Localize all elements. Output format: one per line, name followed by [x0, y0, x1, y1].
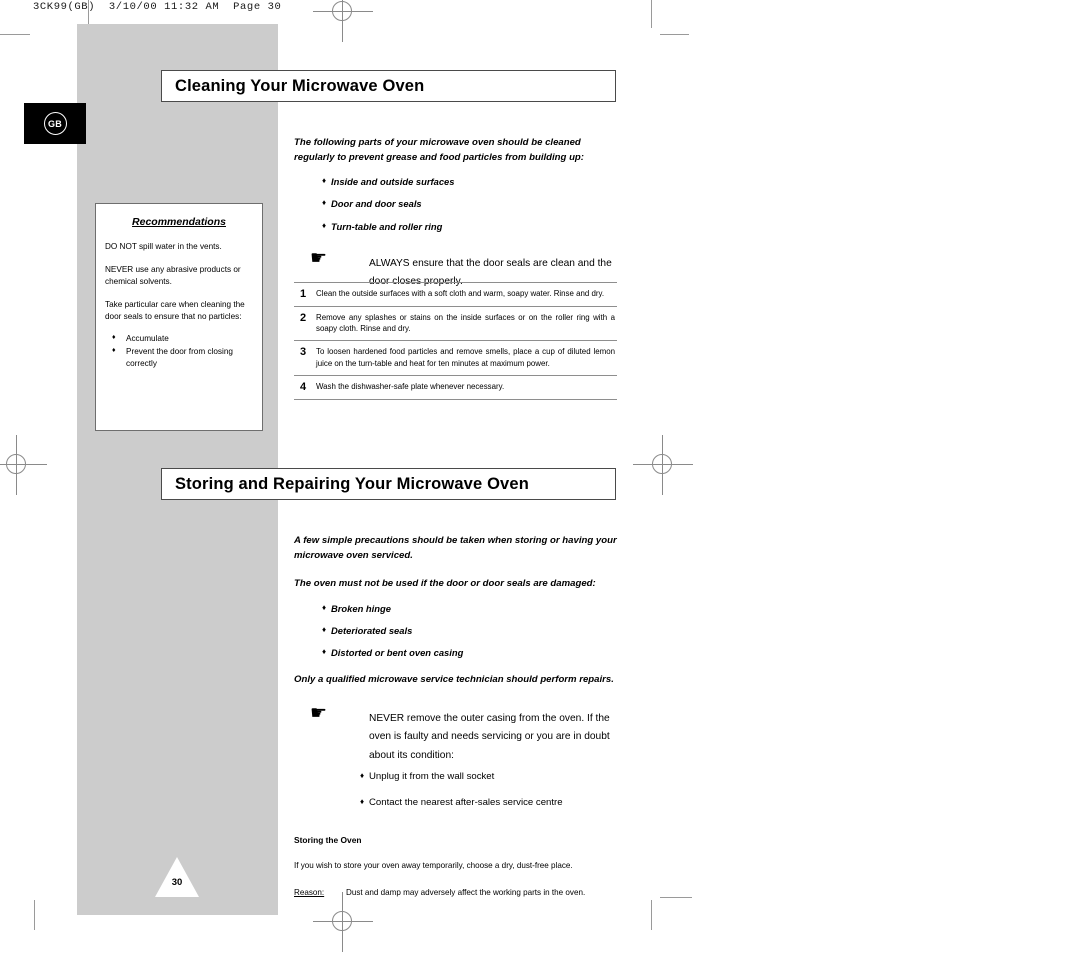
- registration-mark-top-center: [313, 0, 373, 42]
- cleaning-bullet-list: ♦ Inside and outside surfaces ♦ Door and…: [294, 176, 617, 233]
- registration-mark-bottom-center: [313, 892, 373, 952]
- print-slug-line: 3CK99(GB) 3/10/00 11:32 AM Page 30: [33, 1, 282, 13]
- storing-lead-text-2: The oven must not be used if the door or…: [294, 578, 596, 590]
- list-item: ♦ Door and door seals: [294, 198, 617, 210]
- reason-label: Reason:: [294, 887, 325, 897]
- list-item-label: Turn-table and roller ring: [331, 220, 443, 232]
- storing-damage-list: ♦ Broken hinge ♦ Deteriorated seals ♦ Di…: [294, 603, 617, 660]
- list-item-label: Contact the nearest after-sales service …: [369, 796, 563, 808]
- reason-row: Reason: Dust and damp may adversely affe…: [294, 887, 617, 898]
- reason-text: Dust and damp may adversely affect the w…: [346, 887, 586, 897]
- storing-the-oven-paragraph: If you wish to store your oven away temp…: [294, 861, 573, 871]
- diamond-bullet-icon: ♦: [112, 334, 116, 342]
- section-title-storing: Storing and Repairing Your Microwave Ove…: [161, 468, 616, 500]
- pointing-hand-icon: ☛: [310, 247, 328, 269]
- crop-mark-bottom-right-horizontal: [660, 897, 692, 898]
- cleaning-steps-table: 1 Clean the outside surfaces with a soft…: [294, 282, 617, 400]
- table-row: 4 Wash the dishwasher-safe plate wheneve…: [294, 376, 617, 400]
- step-text: To loosen hardened food particles and re…: [316, 347, 615, 368]
- storing-technician-text: Only a qualified microwave service techn…: [294, 674, 614, 686]
- step-number: 3: [300, 346, 307, 359]
- table-row: 1 Clean the outside surfaces with a soft…: [294, 283, 617, 307]
- page-number-marker: 30: [155, 857, 199, 897]
- step-number: 4: [300, 380, 307, 393]
- diamond-bullet-icon: ♦: [322, 176, 327, 186]
- reg-circle: [332, 1, 352, 21]
- table-row: 3 To loosen hardened food particles and …: [294, 341, 617, 376]
- recommendations-paragraph: NEVER use any abrasive products or chemi…: [105, 264, 241, 286]
- page-number-label: 30: [171, 877, 183, 888]
- reg-circle: [652, 454, 672, 474]
- reg-circle: [332, 911, 352, 931]
- diamond-bullet-icon: ♦: [322, 198, 327, 208]
- crop-mark-bottom-left-vertical: [34, 900, 35, 930]
- list-item-label: Accumulate: [126, 334, 169, 344]
- list-item: ♦ Deteriorated seals: [294, 625, 617, 637]
- diamond-bullet-icon: ♦: [112, 347, 116, 355]
- storing-action-list: ♦ Unplug it from the wall socket ♦ Conta…: [294, 771, 617, 809]
- table-row: 2 Remove any splashes or stains on the i…: [294, 307, 617, 342]
- list-item: ♦ Turn-table and roller ring: [294, 221, 617, 233]
- crop-mark-bottom-right-vertical: [651, 900, 652, 930]
- diamond-bullet-icon: ♦: [360, 796, 365, 806]
- list-item: ♦ Accumulate: [105, 333, 253, 345]
- list-item-label: Inside and outside surfaces: [331, 176, 455, 188]
- recommendations-paragraph: DO NOT spill water in the vents.: [105, 242, 222, 251]
- storing-the-oven-block: Storing the Oven If you wish to store yo…: [294, 835, 617, 898]
- recommendations-box: Recommendations DO NOT spill water in th…: [95, 203, 263, 431]
- registration-mark-left-middle: [0, 435, 47, 495]
- step-number: 2: [300, 312, 307, 324]
- cleaning-lead-text: The following parts of your microwave ov…: [294, 137, 584, 163]
- storing-never-note: ☛ NEVER remove the outer casing from the…: [294, 704, 617, 763]
- storing-note-text: NEVER remove the outer casing from the o…: [369, 712, 610, 761]
- crop-mark-left-upper-horizontal: [0, 34, 30, 35]
- recommendations-paragraph: Take particular care when cleaning the d…: [105, 299, 245, 321]
- step-text: Wash the dishwasher-safe plate whenever …: [316, 381, 505, 391]
- list-item: ♦ Contact the nearest after-sales servic…: [294, 797, 617, 809]
- list-item-label: Door and door seals: [331, 198, 422, 210]
- list-item: ♦ Prevent the door from closing correctl…: [105, 346, 253, 370]
- list-item: ♦ Broken hinge: [294, 603, 617, 615]
- diamond-bullet-icon: ♦: [322, 647, 327, 657]
- diamond-bullet-icon: ♦: [322, 624, 327, 634]
- list-item-label: Distorted or bent oven casing: [331, 647, 464, 659]
- step-text: Remove any splashes or stains on the ins…: [316, 313, 615, 334]
- storing-section-content: A few simple precautions should be taken…: [294, 534, 617, 898]
- recommendations-heading: Recommendations: [132, 216, 226, 228]
- list-item: ♦ Inside and outside surfaces: [294, 176, 617, 188]
- diamond-bullet-icon: ♦: [322, 220, 327, 230]
- language-badge: GB: [24, 103, 86, 144]
- registration-mark-right-middle: [633, 435, 693, 495]
- storing-the-oven-heading: Storing the Oven: [294, 835, 362, 846]
- language-badge-code: GB: [43, 112, 67, 135]
- list-item-label: Unplug it from the wall socket: [369, 771, 495, 783]
- step-text: Clean the outside surfaces with a soft c…: [316, 289, 605, 298]
- reg-circle: [6, 454, 26, 474]
- diamond-bullet-icon: ♦: [360, 771, 365, 781]
- list-item: ♦ Distorted or bent oven casing: [294, 647, 617, 659]
- section-title-cleaning: Cleaning Your Microwave Oven: [161, 70, 616, 102]
- crop-mark-top-right-horizontal: [660, 34, 689, 35]
- storing-lead-text: A few simple precautions should be taken…: [294, 535, 617, 561]
- diamond-bullet-icon: ♦: [322, 602, 327, 612]
- pointing-hand-icon: ☛: [310, 702, 328, 724]
- list-item-label: Prevent the door from closing correctly: [126, 347, 233, 369]
- list-item: ♦ Unplug it from the wall socket: [294, 771, 617, 783]
- list-item-label: Broken hinge: [331, 602, 391, 614]
- recommendations-bullet-list: ♦ Accumulate ♦ Prevent the door from clo…: [105, 333, 253, 370]
- crop-mark-top-right-vertical: [651, 0, 652, 28]
- step-number: 1: [300, 288, 307, 300]
- list-item-label: Deteriorated seals: [331, 624, 413, 636]
- cleaning-section-content: The following parts of your microwave ov…: [294, 136, 617, 290]
